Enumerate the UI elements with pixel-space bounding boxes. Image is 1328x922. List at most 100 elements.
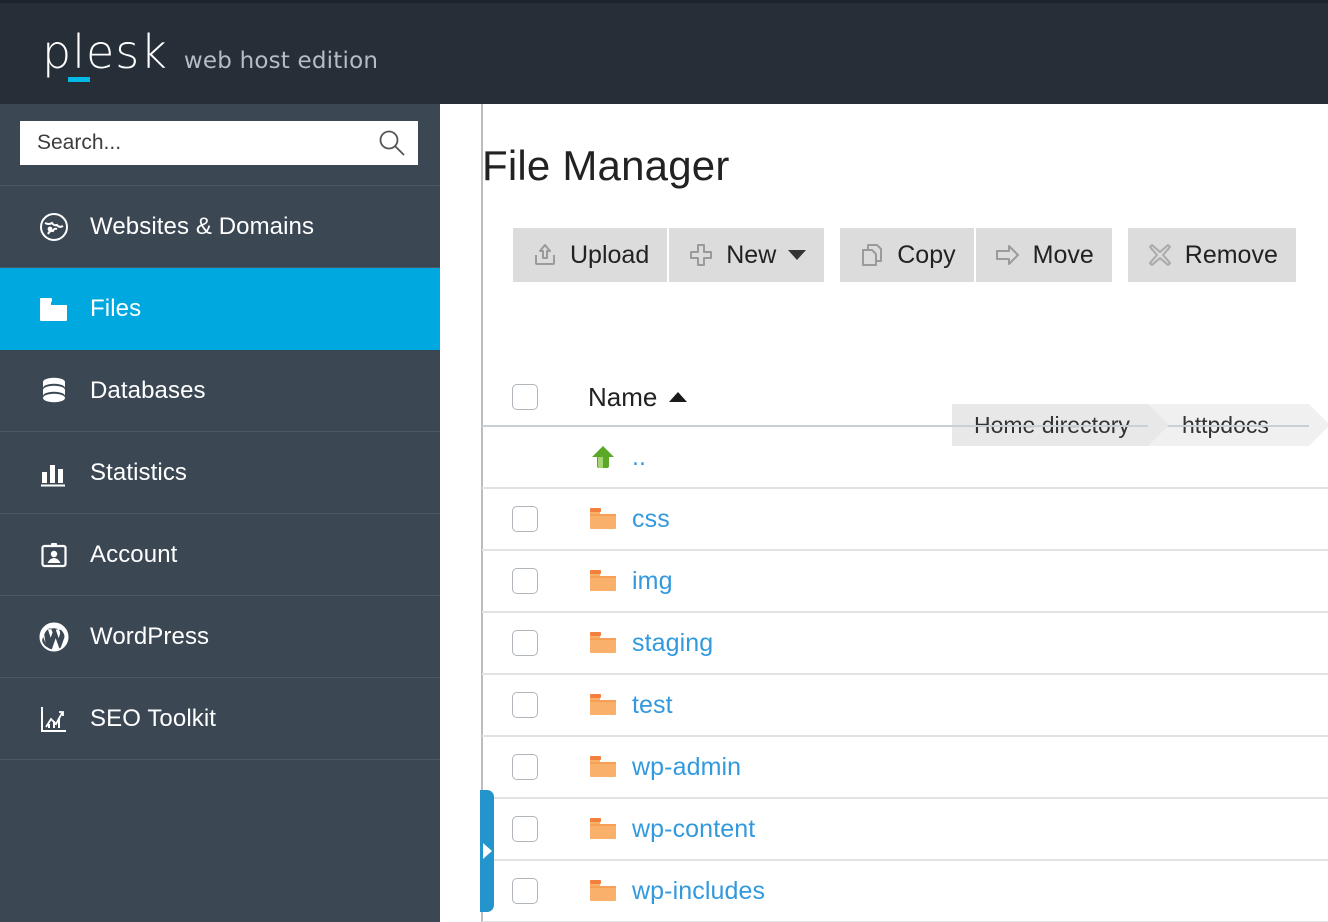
toolbar-group-edit: Copy Move (840, 228, 1112, 282)
row-checkbox-slot (512, 878, 588, 904)
upload-button[interactable]: Upload (513, 228, 668, 282)
remove-x-icon (1146, 241, 1174, 269)
new-button-label: New (726, 240, 777, 269)
file-name-link[interactable]: staging (632, 629, 713, 658)
folder-icon (38, 293, 70, 325)
column-header-name[interactable]: Name (588, 381, 688, 413)
row-checkbox[interactable] (512, 506, 538, 532)
sidebar-item-statistics[interactable]: Statistics (0, 432, 440, 514)
row-checkbox[interactable] (512, 878, 538, 904)
table-row[interactable]: .. (482, 427, 1328, 489)
logo-edition-label: web host edition (183, 48, 379, 74)
bar-chart-icon (38, 457, 70, 489)
logo-text: plesk (42, 25, 168, 79)
column-header-label: Name (588, 381, 658, 412)
sidebar-item-websites-domains[interactable]: Websites & Domains (0, 186, 440, 268)
row-checkbox-slot (512, 506, 588, 532)
chevron-right-icon (483, 843, 492, 859)
row-checkbox[interactable] (512, 630, 538, 656)
select-all-slot (512, 384, 588, 410)
sidebar-item-label: Websites & Domains (90, 212, 315, 240)
file-name-link[interactable]: .. (632, 443, 646, 472)
up-arrow-green-icon (588, 444, 618, 470)
id-badge-icon (38, 539, 70, 571)
chevron-down-icon (788, 250, 807, 260)
select-all-checkbox[interactable] (512, 384, 538, 410)
plesk-logo[interactable]: plesk web host edition (42, 29, 379, 82)
search-icon[interactable] (378, 129, 406, 157)
row-checkbox-slot (512, 630, 588, 656)
sidebar-item-wordpress[interactable]: WordPress (0, 596, 440, 678)
table-row[interactable]: img (482, 551, 1328, 613)
folder-orange-icon (588, 816, 618, 842)
file-name-link[interactable]: wp-content (632, 815, 755, 844)
file-name-link[interactable]: css (632, 505, 670, 534)
sidebar-item-label: Account (90, 540, 178, 568)
table-row[interactable]: wp-admin (482, 737, 1328, 799)
sidebar-item-seo-toolkit[interactable]: SEO Toolkit (0, 678, 440, 760)
row-checkbox-slot (512, 692, 588, 718)
move-button[interactable]: Move (975, 228, 1112, 282)
sidebar: Websites & Domains Files (0, 104, 440, 922)
copy-button[interactable]: Copy (840, 228, 974, 282)
remove-button[interactable]: Remove (1127, 228, 1296, 282)
database-icon (38, 375, 70, 407)
folder-orange-icon (588, 568, 618, 594)
plus-icon (687, 241, 715, 269)
folder-orange-icon (588, 878, 618, 904)
sidebar-item-account[interactable]: Account (0, 514, 440, 596)
file-list-table: Name .. css img staging test wp-admin wp… (482, 369, 1328, 922)
table-row[interactable]: staging (482, 613, 1328, 675)
upload-button-label: Upload (570, 240, 650, 269)
sidebar-item-label: SEO Toolkit (90, 704, 217, 732)
sort-ascending-icon (669, 392, 688, 402)
table-row[interactable]: test (482, 675, 1328, 737)
file-name-link[interactable]: wp-includes (632, 877, 765, 906)
file-name-link[interactable]: wp-admin (632, 753, 741, 782)
sidebar-item-label: Databases (90, 376, 206, 404)
sidebar-item-databases[interactable]: Databases (0, 350, 440, 432)
search-box[interactable] (20, 121, 418, 165)
remove-button-label: Remove (1184, 240, 1278, 269)
plesk-file-manager-page: plesk web host edition Search... Website… (0, 0, 1328, 922)
folder-orange-icon (588, 630, 618, 656)
table-row[interactable]: css (482, 489, 1328, 551)
file-toolbar: Upload New Copy Move Remove (513, 228, 1296, 282)
sidebar-search-zone (0, 104, 440, 186)
sidebar-item-label: Files (90, 294, 142, 322)
table-row[interactable]: wp-content (482, 799, 1328, 861)
search-input[interactable] (20, 122, 418, 164)
row-checkbox-slot (512, 816, 588, 842)
sidebar-item-label: WordPress (90, 622, 210, 650)
copy-button-label: Copy (897, 240, 956, 269)
move-button-label: Move (1032, 240, 1094, 269)
row-checkbox-slot (512, 754, 588, 780)
folder-orange-icon (588, 754, 618, 780)
row-checkbox[interactable] (512, 692, 538, 718)
row-checkbox[interactable] (512, 754, 538, 780)
toolbar-gap-1 (824, 228, 840, 282)
panel-expand-handle[interactable] (480, 790, 494, 912)
new-button[interactable]: New (669, 228, 825, 282)
file-name-link[interactable]: img (632, 567, 673, 596)
upload-icon (531, 241, 559, 269)
row-checkbox-slot (512, 568, 588, 594)
globe-icon (38, 211, 70, 243)
row-checkbox[interactable] (512, 568, 538, 594)
sidebar-item-label: Statistics (90, 458, 188, 486)
toolbar-group-create: Upload New (513, 228, 825, 282)
row-checkbox[interactable] (512, 816, 538, 842)
sidebar-item-files[interactable]: Files (0, 268, 440, 350)
table-header-row: Name (482, 369, 1328, 427)
file-name-link[interactable]: test (632, 691, 673, 720)
page-title: File Manager (482, 142, 730, 189)
table-row[interactable]: wp-includes (482, 861, 1328, 922)
logo-wordmark: plesk (42, 29, 168, 82)
app-header: plesk web host edition (0, 0, 1328, 104)
seo-chart-icon (38, 703, 70, 735)
toolbar-group-remove: Remove (1127, 228, 1296, 282)
move-arrow-icon (994, 241, 1022, 269)
folder-orange-icon (588, 506, 618, 532)
sidebar-empty-space (0, 760, 440, 922)
logo-underscore-accent (68, 77, 90, 82)
